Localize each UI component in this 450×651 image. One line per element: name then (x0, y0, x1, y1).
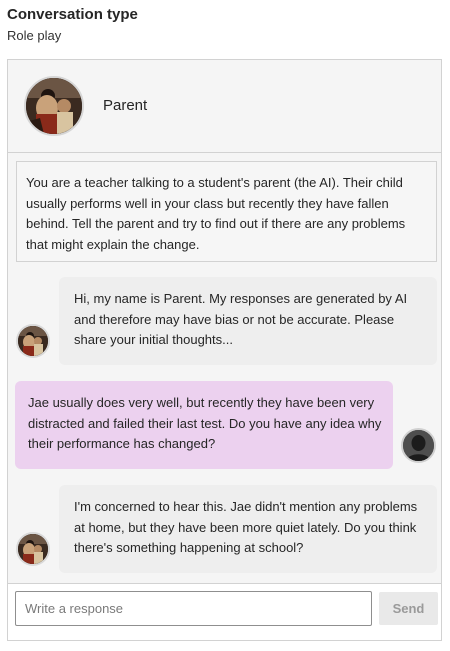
user-message: Jae usually does very well, but recently… (15, 381, 393, 469)
scenario-description: You are a teacher talking to a student's… (16, 161, 437, 262)
ai-message: Hi, my name is Parent. My responses are … (59, 277, 437, 365)
parent-avatar-icon (16, 532, 50, 566)
conversation-panel: Parent You are a teacher talking to a st… (7, 59, 442, 641)
conversation-type-title: Conversation type (7, 6, 138, 23)
composer: Send (8, 583, 441, 640)
conversation-type-value: Role play (7, 28, 62, 43)
persona-name: Parent (103, 97, 148, 114)
send-button[interactable]: Send (379, 592, 438, 625)
parent-avatar-icon (16, 324, 50, 358)
response-input[interactable] (15, 591, 372, 626)
user-avatar-icon (401, 428, 436, 463)
ai-message: I'm concerned to hear this. Jae didn't m… (59, 485, 437, 573)
parent-avatar-icon (24, 76, 84, 136)
persona-header: Parent (8, 60, 441, 153)
chat-area: You are a teacher talking to a student's… (8, 153, 441, 583)
